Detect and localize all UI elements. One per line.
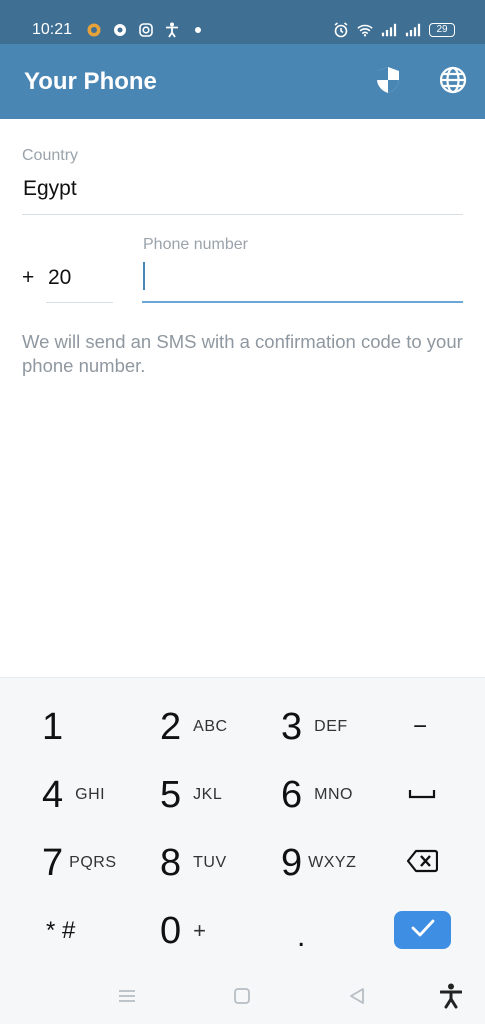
key-5[interactable]: 5 JKL — [160, 765, 222, 825]
key-9[interactable]: 9 WXYZ — [281, 833, 356, 893]
phone-number-label: Phone number — [143, 236, 248, 253]
wifi-icon — [357, 22, 373, 38]
star-hash-key[interactable]: * # — [46, 901, 75, 961]
key-0[interactable]: 0 + — [160, 901, 207, 961]
alarm-icon — [333, 22, 349, 38]
phone-number-field[interactable] — [143, 262, 145, 290]
country-code-field[interactable]: 20 — [48, 266, 71, 290]
signal-icon — [381, 22, 397, 38]
status-bar: 10:21 29 — [0, 0, 485, 44]
dot-key[interactable]: . — [297, 907, 305, 967]
accessibility-icon[interactable] — [437, 982, 465, 1010]
page-title: Your Phone — [24, 68, 157, 95]
accessibility-icon — [164, 22, 180, 38]
space-key[interactable] — [408, 765, 436, 825]
sms-hint-text: We will send an SMS with a confirmation … — [22, 331, 463, 376]
backspace-icon — [406, 849, 439, 878]
key-2[interactable]: 2 ABC — [160, 697, 228, 757]
menu-icon[interactable] — [113, 982, 141, 1010]
globe-icon[interactable] — [437, 64, 469, 96]
instagram-icon — [138, 22, 154, 38]
back-icon[interactable] — [343, 982, 371, 1010]
key-4[interactable]: 4 GHI — [42, 765, 105, 825]
home-icon[interactable] — [228, 982, 256, 1010]
space-icon — [408, 786, 436, 805]
done-button[interactable] — [394, 911, 451, 949]
chrome-icon — [112, 22, 128, 38]
dot-icon — [190, 22, 206, 38]
status-time: 10:21 — [32, 21, 73, 38]
country-label: Country — [22, 147, 79, 164]
system-nav-bar — [0, 968, 485, 1024]
phone-number-underline — [142, 301, 463, 303]
shield-icon[interactable] — [372, 64, 404, 96]
country-underline — [22, 214, 463, 215]
plus-sign: + — [22, 266, 35, 289]
minus-key[interactable]: − — [413, 697, 427, 757]
check-icon — [410, 918, 436, 943]
signal-icon — [405, 22, 421, 38]
key-6[interactable]: 6 MNO — [281, 765, 353, 825]
country-code-underline — [46, 302, 113, 303]
app-bar: Your Phone — [0, 44, 485, 119]
battery-indicator: 29 — [429, 23, 455, 37]
key-7[interactable]: 7 PQRS — [42, 833, 116, 893]
key-1[interactable]: 1 — [42, 697, 63, 757]
key-3[interactable]: 3 DEF — [281, 697, 348, 757]
key-8[interactable]: 8 TUV — [160, 833, 227, 893]
backspace-key[interactable] — [406, 833, 439, 893]
country-field[interactable]: Egypt — [23, 177, 77, 201]
status-notification-icons — [86, 20, 206, 40]
status-system-icons: 29 — [333, 20, 455, 40]
notification-app-icon — [86, 22, 102, 38]
